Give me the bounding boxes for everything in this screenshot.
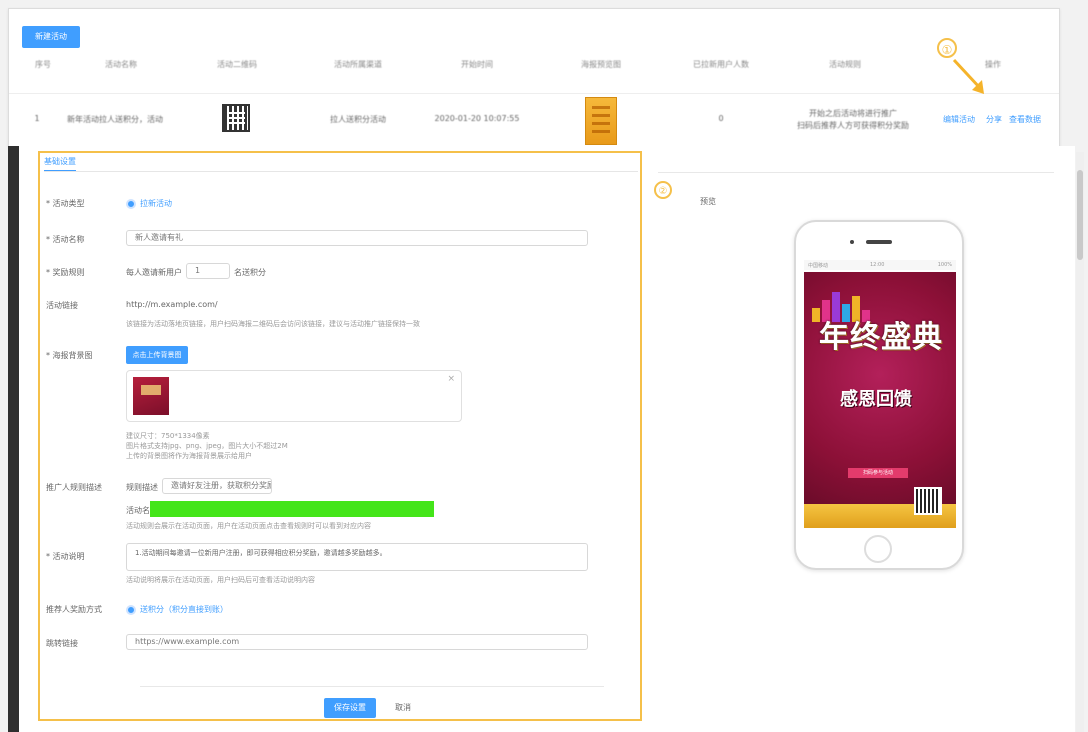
edit-activity-link[interactable]: 编辑活动: [943, 114, 975, 125]
row-index: 1: [34, 114, 40, 123]
phone-screen: 中国移动 12:00 100% 年终盛典 感恩回馈 扫码参与活动: [804, 260, 956, 528]
rule-desc-input[interactable]: 邀请好友注册，获取积分奖励: [162, 478, 272, 494]
speaker-icon: [866, 240, 892, 244]
tab-divider: [44, 171, 638, 172]
poster-preview: 年终盛典 感恩回馈 扫码参与活动: [804, 272, 956, 528]
row-new-users: 0: [718, 114, 724, 123]
row-start-time: 2020-01-20 10:07:55: [434, 114, 520, 123]
poster-subtitle: 感恩回馈: [840, 389, 912, 410]
redacted-highlight-bar: [150, 501, 434, 517]
annotation-marker-1: ①: [937, 38, 957, 58]
jump-link-label: 跳转链接: [46, 639, 78, 648]
activity-type-radio[interactable]: [126, 199, 136, 209]
upload-hint-2: 图片格式支持jpg、png、jpeg，图片大小不超过2M: [126, 442, 288, 450]
activity-link-hint: 该链接为活动落地页链接，用户扫码海报二维码后会访问该链接，建议与活动推广链接保持…: [126, 320, 420, 328]
sidebar-rail: [8, 146, 19, 732]
col-channel: 活动所属渠道: [334, 60, 382, 69]
clock-text: 12:00: [870, 262, 885, 268]
rules-line-2: 扫码后推荐人方可获得积分奖励: [797, 121, 909, 130]
reward-prefix: 每人邀请新用户: [126, 268, 182, 277]
row-name: 新年活动拉人送积分，活动: [67, 115, 163, 124]
poster-tag: 扫码参与活动: [848, 468, 908, 478]
activity-link-label: 活动链接: [46, 301, 78, 310]
preview-label: 预览: [700, 197, 716, 206]
camera-icon: [850, 240, 854, 244]
upload-preview-box: ×: [126, 370, 462, 422]
form-footer-divider: [140, 686, 604, 687]
poster-qrcode: [914, 487, 942, 515]
referrer-rule-label: 推广人规则描述: [46, 483, 102, 492]
col-qrcode: 活动二维码: [217, 60, 257, 69]
new-activity-button[interactable]: 新建活动: [22, 26, 80, 48]
activity-type-option[interactable]: 拉新活动: [140, 198, 172, 209]
phone-status-bar: 中国移动 12:00 100%: [804, 260, 956, 270]
col-poster: 海报预览图: [581, 60, 621, 69]
activity-link-text: http://m.example.com/: [126, 300, 218, 309]
poster-title: 年终盛典: [819, 320, 943, 355]
jump-link-input[interactable]: https://www.example.com: [126, 634, 588, 650]
row-rules: 开始之后活动将进行推广 扫码后推荐人方可获得积分奖励: [797, 108, 909, 132]
poster-decor-bars: [812, 292, 872, 322]
col-name: 活动名称: [105, 60, 137, 69]
rule-desc-label: 规则描述: [126, 483, 158, 492]
poster-thumbnail[interactable]: [585, 97, 617, 145]
uploaded-bg-thumbnail: [133, 377, 169, 415]
reward-method-label: 推荐人奖励方式: [46, 605, 102, 614]
activity-table-panel: 新建活动 序号 活动名称 活动二维码 活动所属渠道 开始时间 海报预览图 已拉新…: [8, 8, 1060, 148]
share-link[interactable]: 分享: [986, 114, 1002, 125]
upload-hint-3: 上传的背景图将作为海报背景展示给用户: [126, 452, 252, 460]
col-new-users: 已拉新用户人数: [693, 60, 749, 69]
rules-line-1: 开始之后活动将进行推广: [809, 109, 897, 118]
reward-rule-label: * 奖励规则: [46, 268, 85, 277]
table-row: 1 新年活动拉人送积分，活动 拉人送积分活动 2020-01-20 10:07:…: [9, 93, 1059, 146]
reward-suffix: 名送积分: [234, 268, 266, 277]
qrcode-image[interactable]: [222, 104, 250, 132]
activity-name-input[interactable]: 新人邀请有礼: [126, 230, 588, 246]
activity-type-label: * 活动类型: [46, 199, 85, 208]
col-start-time: 开始时间: [461, 60, 493, 69]
annotation-marker-2: ②: [654, 181, 672, 199]
table-header: 序号 活动名称 活动二维码 活动所属渠道 开始时间 海报预览图 已拉新用户人数 …: [9, 59, 1059, 77]
upload-hint-1: 建议尺寸：750*1334像素: [126, 432, 210, 440]
poster-bg-label: * 海报背景图: [46, 351, 93, 360]
upload-bg-button[interactable]: 点击上传背景图: [126, 346, 188, 364]
row-channel: 拉人送积分活动: [330, 115, 386, 124]
scrollbar-thumb[interactable]: [1077, 170, 1083, 260]
referrer-rule-hint: 活动规则会展示在活动页面，用户在活动页面点击查看规则时可以看到对应内容: [126, 522, 371, 530]
activity-desc-hint: 活动说明将展示在活动页面，用户扫码后可查看活动说明内容: [126, 576, 315, 584]
annotation-arrow-icon: [952, 58, 984, 94]
reward-count-input[interactable]: 1: [186, 263, 230, 279]
cancel-button[interactable]: 取消: [388, 698, 418, 718]
view-data-link[interactable]: 查看数据: [1009, 114, 1041, 125]
carrier-text: 中国移动: [808, 263, 829, 269]
home-button-icon: [864, 535, 892, 563]
reward-method-option[interactable]: 送积分（积分直接到账）: [140, 604, 228, 615]
activity-name-label: * 活动名称: [46, 235, 85, 244]
activity-desc-label: * 活动说明: [46, 552, 85, 561]
col-rules: 活动规则: [829, 60, 861, 69]
battery-text: 100%: [937, 262, 952, 268]
save-button[interactable]: 保存设置: [324, 698, 376, 718]
reward-method-radio[interactable]: [126, 605, 136, 615]
remove-image-icon[interactable]: ×: [447, 374, 455, 384]
tab-basic-settings[interactable]: 基础设置: [44, 156, 76, 172]
activity-desc-textarea[interactable]: 1.活动期间每邀请一位新用户注册，即可获得相应积分奖励，邀请越多奖励越多。: [126, 543, 588, 571]
preview-divider: [658, 172, 1054, 173]
col-index: 序号: [35, 60, 51, 69]
